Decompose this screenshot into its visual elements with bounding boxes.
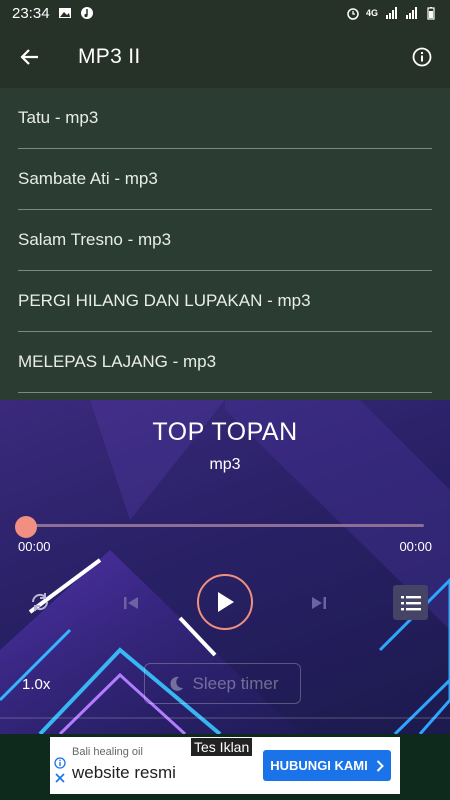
playlist-icon (400, 595, 421, 610)
ad-test-tag: Tes Iklan (191, 738, 253, 756)
arrow-back-icon (20, 49, 38, 65)
app-bar: MP3 II (0, 26, 450, 88)
ad-close-icon (55, 773, 65, 783)
back-button[interactable] (0, 26, 60, 88)
music-app-icon (80, 7, 93, 19)
song-label: MELEPAS LAJANG - mp3 (18, 352, 217, 371)
total-time: 00:00 (399, 539, 432, 554)
info-icon (412, 47, 432, 67)
seek-bar[interactable] (26, 524, 424, 527)
battery-icon (427, 7, 435, 20)
player-panel: TOP TOPAN mp3 00:00 00:00 1.0x Sleep tim… (0, 400, 450, 734)
alarm-icon (347, 8, 359, 20)
play-button[interactable] (197, 574, 253, 630)
signal-icon (386, 7, 397, 19)
song-list: Tatu - mp3 Sambate Ati - mp3 Salam Tresn… (0, 88, 450, 400)
gallery-icon (58, 8, 71, 18)
previous-button[interactable] (118, 590, 144, 616)
playback-speed[interactable]: 1.0x (22, 676, 50, 693)
playlist-button[interactable] (393, 585, 428, 620)
moon-icon (169, 676, 183, 691)
elapsed-time: 00:00 (18, 539, 51, 554)
song-label: PERGI HILANG DAN LUPAKAN - mp3 (18, 291, 311, 310)
ad-info-icon (54, 757, 66, 769)
ad-choices[interactable] (54, 757, 68, 784)
song-label: Tatu - mp3 (18, 108, 99, 127)
next-button[interactable] (306, 590, 332, 616)
chevron-right-icon (376, 759, 384, 772)
track-subtitle: mp3 (209, 456, 241, 473)
ad-advertiser: Bali healing oil (72, 746, 143, 758)
info-button[interactable] (398, 33, 446, 81)
repeat-button[interactable] (26, 588, 54, 616)
play-icon (218, 592, 234, 612)
status-bar: 23:34 4G (0, 0, 450, 26)
track-title: TOP TOPAN (152, 418, 298, 446)
list-item[interactable]: Salam Tresno - mp3 (18, 210, 432, 271)
ad-headline: website resmi (72, 763, 176, 782)
sleep-timer-button[interactable]: Sleep timer (144, 663, 301, 704)
list-item[interactable]: Sambate Ati - mp3 (18, 149, 432, 210)
song-label: Salam Tresno - mp3 (18, 230, 172, 249)
ad-cta-button[interactable]: HUBUNGI KAMI (263, 750, 391, 781)
signal-icon-2 (406, 7, 417, 19)
skip-previous-icon (124, 597, 138, 609)
repeat-icon (31, 593, 49, 611)
ad-area: Tes Iklan Bali healing oil website resmi… (0, 734, 450, 800)
ad-cta-label: HUBUNGI KAMI (270, 758, 368, 773)
network-type: 4G (365, 8, 378, 18)
list-item[interactable]: PERGI HILANG DAN LUPAKAN - mp3 (18, 271, 432, 332)
song-label: Sambate Ati - mp3 (18, 169, 158, 188)
seek-thumb[interactable] (15, 516, 37, 538)
page-title: MP3 II (78, 45, 141, 68)
sleep-timer-label: Sleep timer (192, 673, 279, 693)
status-time: 23:34 (12, 4, 50, 22)
skip-next-icon (312, 597, 326, 609)
list-item[interactable]: Tatu - mp3 (18, 88, 432, 149)
list-item[interactable]: MELEPAS LAJANG - mp3 (18, 332, 432, 393)
